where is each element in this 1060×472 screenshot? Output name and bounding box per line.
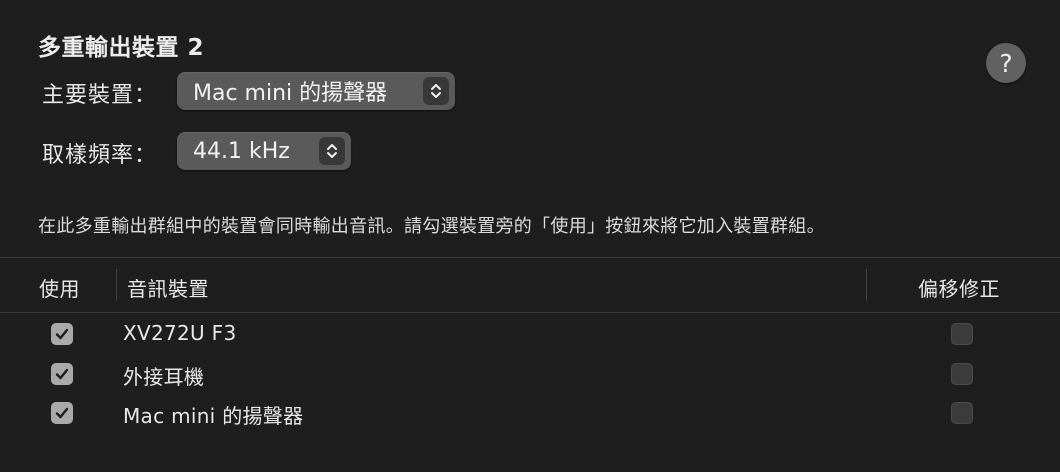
column-header-use[interactable]: 使用 bbox=[39, 273, 80, 302]
use-checkbox[interactable] bbox=[51, 363, 73, 385]
table-row: 外接耳機 bbox=[0, 354, 1060, 394]
checkmark-icon bbox=[55, 407, 69, 419]
column-header-drift-correction[interactable]: 偏移修正 bbox=[918, 273, 1000, 302]
device-name: Mac mini 的揚聲器 bbox=[123, 404, 304, 428]
use-checkbox[interactable] bbox=[51, 402, 73, 424]
up-down-chevron-icon bbox=[319, 137, 345, 165]
window-title: 多重輸出裝置 2 bbox=[38, 35, 205, 61]
description-text: 在此多重輸出群組中的裝置會同時輸出音訊。請勾選裝置旁的「使用」按鈕來將它加入裝置… bbox=[38, 216, 825, 237]
table-top-divider bbox=[0, 257, 1060, 258]
sample-rate-value: 44.1 kHz bbox=[193, 138, 290, 164]
master-device-popup[interactable]: Mac mini 的揚聲器 bbox=[177, 72, 455, 110]
drift-correction-checkbox[interactable] bbox=[951, 323, 973, 345]
checkmark-icon bbox=[55, 328, 69, 340]
up-down-chevron-icon bbox=[423, 77, 449, 105]
table-row: Mac mini 的揚聲器 bbox=[0, 393, 1060, 433]
master-device-value: Mac mini 的揚聲器 bbox=[193, 81, 388, 106]
master-device-label: 主要裝置： bbox=[42, 83, 158, 108]
table-header-divider bbox=[0, 312, 1060, 313]
help-button[interactable]: ? bbox=[986, 43, 1026, 83]
column-separator bbox=[116, 269, 117, 301]
sample-rate-label: 取樣頻率： bbox=[42, 143, 158, 168]
sample-rate-popup[interactable]: 44.1 kHz bbox=[177, 132, 351, 170]
device-name: XV272U F3 bbox=[123, 321, 237, 345]
device-name: 外接耳機 bbox=[123, 365, 205, 389]
table-row: XV272U F3 bbox=[0, 314, 1060, 354]
column-separator bbox=[866, 269, 867, 301]
help-icon: ? bbox=[999, 48, 1013, 78]
checkmark-icon bbox=[55, 368, 69, 380]
use-checkbox[interactable] bbox=[51, 323, 73, 345]
drift-correction-checkbox[interactable] bbox=[951, 363, 973, 385]
column-header-device[interactable]: 音訊裝置 bbox=[127, 273, 209, 302]
drift-correction-checkbox[interactable] bbox=[951, 402, 973, 424]
